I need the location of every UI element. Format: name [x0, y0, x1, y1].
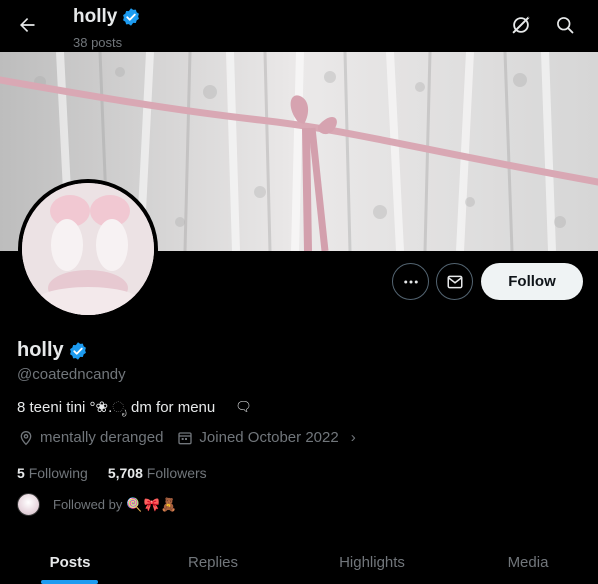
profile-handle: @coatedncandy — [17, 366, 126, 383]
profile-tabs: Posts Replies Highlights Media — [0, 540, 598, 584]
profile-bio: 8 teeni tini °❀.ೃ dm for menu 🗨 — [17, 398, 252, 416]
tab-media-label: Media — [507, 553, 549, 571]
grok-icon — [512, 15, 531, 34]
followed-by-row[interactable]: Followed by 🍭🎀🧸 — [17, 493, 178, 516]
profile-avatar[interactable] — [18, 179, 158, 319]
back-button[interactable] — [12, 10, 42, 40]
tab-media[interactable]: Media — [458, 540, 598, 584]
tab-posts[interactable]: Posts — [0, 540, 140, 584]
active-tab-indicator — [41, 580, 98, 584]
followers-label: Followers — [146, 465, 207, 481]
more-options-button[interactable] — [392, 263, 429, 300]
grok-button[interactable] — [508, 12, 534, 38]
joined-item[interactable]: Joined October 2022 › — [177, 429, 356, 446]
tab-replies[interactable]: Replies — [140, 540, 286, 584]
tab-replies-label: Replies — [187, 553, 239, 571]
verified-badge-icon — [123, 8, 140, 26]
followed-by-names: 🍭🎀🧸 — [126, 496, 178, 512]
message-button[interactable] — [436, 263, 473, 300]
joined-text: Joined October 2022 — [199, 429, 339, 446]
profile-name-text: holly — [17, 339, 64, 361]
tab-highlights[interactable]: Highlights — [286, 540, 458, 584]
profile-meta: mentally deranged Joined October 2022 › — [18, 429, 356, 446]
avatar-image — [22, 183, 154, 315]
calendar-icon — [178, 431, 193, 444]
bio-emoji: 🗨 — [235, 399, 252, 414]
follow-stats: 5 Following 5,708 Followers — [17, 465, 207, 481]
search-button[interactable] — [552, 12, 578, 38]
bio-text: 8 teeni tini °❀.ೃ dm for menu — [17, 399, 216, 416]
tab-highlights-label: Highlights — [339, 553, 405, 571]
location-text: mentally deranged — [40, 429, 164, 446]
search-icon — [557, 17, 574, 34]
following-link[interactable]: 5 Following — [17, 465, 88, 481]
chevron-right-icon: › — [350, 429, 356, 446]
following-label: Following — [28, 465, 88, 481]
location-pin-icon — [20, 430, 32, 445]
follower-avatar — [17, 493, 40, 516]
profile-display-name: holly — [17, 339, 88, 362]
verified-badge-icon[interactable] — [68, 341, 88, 361]
header-profile-name: holly — [73, 6, 141, 28]
followers-link[interactable]: 5,708 Followers — [108, 465, 207, 481]
followed-by-label: Followed by — [53, 497, 123, 512]
mail-icon — [447, 275, 462, 288]
arrow-left-icon — [20, 18, 35, 32]
top-bar: holly 38 posts — [0, 0, 598, 52]
following-count: 5 — [17, 465, 25, 481]
tab-posts-label: Posts — [49, 553, 91, 571]
followers-count: 5,708 — [107, 465, 143, 481]
more-horizontal-icon — [403, 280, 418, 283]
follow-button[interactable]: Follow — [481, 263, 583, 300]
header-name-text: holly — [73, 6, 118, 27]
location-item: mentally deranged — [18, 429, 163, 446]
header-posts-count: 38 posts — [73, 35, 123, 50]
